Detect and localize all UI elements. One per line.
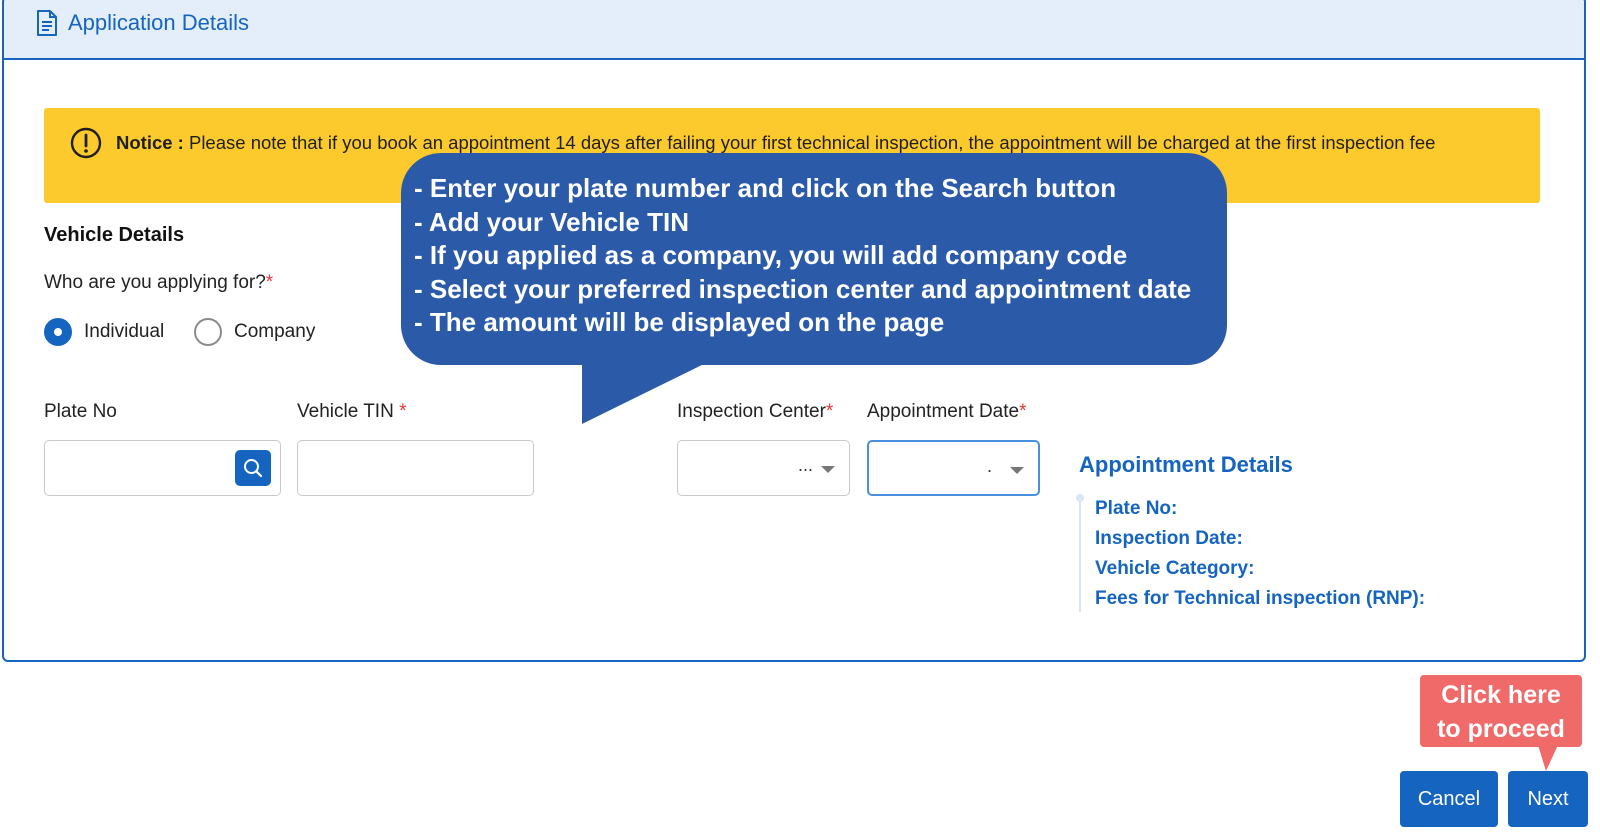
plate-no-label: Plate No xyxy=(44,401,117,422)
vehicle-tin-input[interactable] xyxy=(297,440,534,496)
cancel-button[interactable]: Cancel xyxy=(1400,771,1498,827)
appt-vehicle-category: Vehicle Category: xyxy=(1095,558,1255,579)
appt-inspection-date: Inspection Date: xyxy=(1095,528,1243,549)
instruction-line: - The amount will be displayed on the pa… xyxy=(414,307,945,337)
appointment-date-label: Appointment Date* xyxy=(867,401,1027,423)
page: Application Details Notice : Please note… xyxy=(0,0,1600,833)
proceed-line-2: to proceed xyxy=(1437,715,1565,743)
appt-plate-no: Plate No: xyxy=(1095,498,1178,519)
inspection-center-value: ... xyxy=(797,455,813,475)
inspection-center-select[interactable]: ... xyxy=(677,440,850,496)
timeline-line xyxy=(1079,494,1081,612)
callout-tail xyxy=(582,360,712,424)
date-label-text: Appointment Date xyxy=(867,401,1020,422)
chevron-down-icon xyxy=(1010,467,1024,474)
radio-individual[interactable]: Individual xyxy=(44,318,164,346)
required-mark: * xyxy=(1019,401,1027,422)
required-mark: * xyxy=(399,401,407,422)
required-mark: * xyxy=(265,272,274,293)
appt-fees: Fees for Technical inspection (RNP): xyxy=(1095,588,1426,609)
tin-label-text: Vehicle TIN xyxy=(297,401,394,422)
vehicle-tin-label: Vehicle TIN * xyxy=(297,401,407,423)
radio-company-label: Company xyxy=(234,321,316,342)
applying-for-question: Who are you applying for?* xyxy=(44,272,273,294)
appointment-details-title: Appointment Details xyxy=(1079,452,1293,477)
instruction-line: - Select your preferred inspection cente… xyxy=(414,273,1192,304)
document-icon xyxy=(37,10,57,36)
search-icon xyxy=(244,459,263,478)
vehicle-details-title: Vehicle Details xyxy=(44,224,185,246)
radio-company[interactable]: Company xyxy=(194,318,315,346)
notice-message: Please note that if you book an appointm… xyxy=(188,132,1436,153)
page-title: Application Details xyxy=(68,10,249,35)
instruction-text: - Enter your plate number and click on t… xyxy=(414,172,1204,340)
appointment-date-select[interactable]: . xyxy=(867,440,1040,496)
proceed-callout-tail xyxy=(1538,745,1558,771)
instruction-line: - Add your Vehicle TIN xyxy=(414,206,689,237)
search-button[interactable] xyxy=(235,450,271,486)
instruction-line: - If you applied as a company, you will … xyxy=(414,240,1128,270)
radio-individual-label: Individual xyxy=(84,321,165,342)
radio-selected-icon xyxy=(44,318,72,346)
notice-label: Notice : xyxy=(116,132,184,153)
required-mark: * xyxy=(825,401,834,422)
radio-empty-icon xyxy=(194,318,222,346)
proceed-line-1: Click here xyxy=(1441,681,1561,709)
next-button[interactable]: Next xyxy=(1508,771,1588,827)
proceed-callout-text: Click here to proceed xyxy=(1420,678,1582,746)
chevron-down-icon xyxy=(821,466,835,473)
card-header: Application Details xyxy=(4,0,1584,60)
appointment-date-value: . xyxy=(986,456,992,476)
plate-no-input[interactable] xyxy=(44,440,281,496)
question-text: Who are you applying for? xyxy=(44,272,266,293)
instruction-line: - Enter your plate number and click on t… xyxy=(414,173,1117,203)
timeline-dot xyxy=(1076,494,1084,502)
